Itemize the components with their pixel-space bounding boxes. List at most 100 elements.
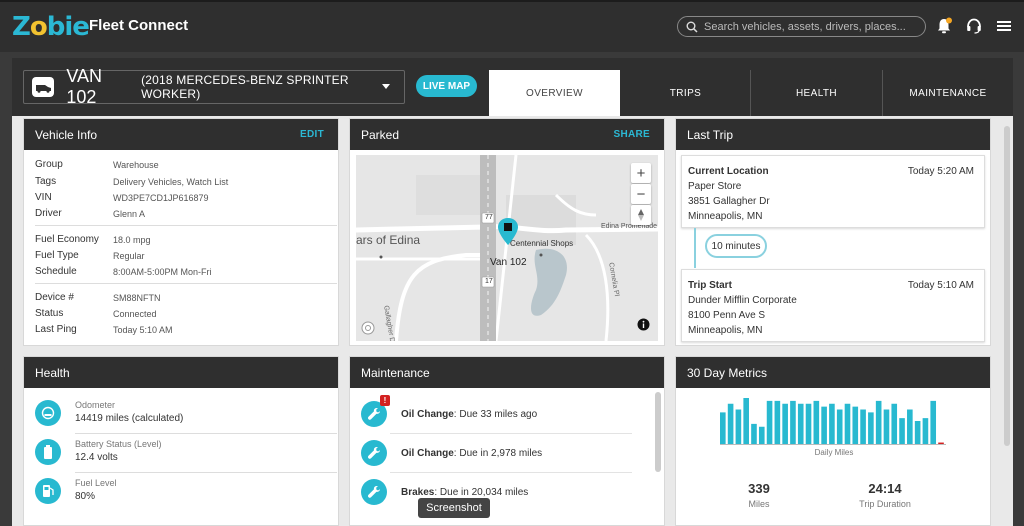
chart-bar[interactable] <box>852 406 859 445</box>
miles-value: 339 <box>748 481 770 496</box>
health-label: Fuel Level <box>75 478 117 488</box>
window-top-edge <box>0 0 1024 2</box>
battery-icon <box>35 439 61 465</box>
current-location-city: Minneapolis, MN <box>688 211 763 222</box>
page-scrollbar[interactable] <box>1004 126 1010 446</box>
vehicle-selector[interactable]: VAN 102 (2018 MERCEDES-BENZ SPRINTER WOR… <box>23 66 405 107</box>
share-link[interactable]: SHARE <box>613 129 650 140</box>
trip-start-card[interactable]: Trip Start Today 5:10 AM Dunder Mifflin … <box>681 269 985 342</box>
zoom-out-button[interactable]: − <box>631 184 651 204</box>
current-location-time: Today 5:20 AM <box>907 166 974 177</box>
chart-bar[interactable] <box>720 412 726 445</box>
card-title: Vehicle Info <box>35 127 98 142</box>
chart-bar[interactable] <box>829 403 835 444</box>
maintenance-detail: : Due 33 miles ago <box>453 409 538 420</box>
maintenance-detail: : Due in 20,034 miles <box>434 487 529 498</box>
chart-bar[interactable] <box>805 403 812 444</box>
chart-bar[interactable] <box>735 409 742 445</box>
chart-bar[interactable] <box>774 400 781 445</box>
health-label: Battery Status (Level) <box>75 439 162 449</box>
search-input[interactable] <box>704 20 919 33</box>
health-value: 14419 miles (calculated) <box>75 413 184 424</box>
chart-bar[interactable] <box>758 426 765 444</box>
divider <box>75 433 337 434</box>
chart-bar[interactable] <box>899 418 905 445</box>
chart-bar[interactable] <box>930 400 937 445</box>
health-value: 80% <box>75 491 96 502</box>
chart-bar[interactable] <box>883 409 890 445</box>
parked-map[interactable]: 77 17 ars of Edina Centennial Shops Edin… <box>356 155 658 341</box>
maintenance-name: Oil Change <box>401 409 454 420</box>
info-label: Tags <box>35 176 57 187</box>
info-label: Fuel Type <box>35 250 79 261</box>
maintenance-item[interactable]: Brakes: Due in 20,034 miles <box>361 479 643 518</box>
info-label: Last Ping <box>35 324 77 335</box>
info-label: Status <box>35 308 64 319</box>
tab-maintenance[interactable]: MAINTENANCE <box>883 70 1013 116</box>
card-title: Maintenance <box>361 365 430 380</box>
current-location-card[interactable]: Current Location Today 5:20 AM Paper Sto… <box>681 155 985 228</box>
maintenance-text: Oil Change: Due 33 miles ago <box>401 409 537 420</box>
chart-bar[interactable] <box>875 400 882 445</box>
chart-bar[interactable] <box>766 400 773 445</box>
chart-bar[interactable] <box>751 423 757 445</box>
chart-bar[interactable] <box>813 400 820 445</box>
search-icon <box>686 21 698 33</box>
info-label: VIN <box>35 192 52 203</box>
zubie-logo[interactable]: Zobie <box>12 12 90 42</box>
chart-bar[interactable] <box>914 421 921 444</box>
tab-trips[interactable]: TRIPS <box>620 70 751 116</box>
chart-bar[interactable] <box>938 442 944 444</box>
chart-bar[interactable] <box>836 409 843 445</box>
chart-bar[interactable] <box>727 403 734 444</box>
daily-miles-chart[interactable] <box>720 397 946 445</box>
maintenance-item[interactable]: ! Oil Change: Due 33 miles ago <box>361 395 643 440</box>
maintenance-card: Maintenance ! Oil Change: Due 33 miles a… <box>349 356 665 526</box>
card-title: 30 Day Metrics <box>687 365 768 380</box>
vehicle-location-pin-icon[interactable] <box>497 217 519 247</box>
chart-bar[interactable] <box>797 403 804 444</box>
maintenance-text: Brakes: Due in 20,034 miles <box>401 487 528 498</box>
chart-bar[interactable] <box>782 403 788 444</box>
zoom-in-button[interactable]: + <box>631 163 651 183</box>
chart-bar[interactable] <box>891 403 898 444</box>
chart-label: Daily Miles <box>814 448 854 457</box>
chart-bar[interactable] <box>868 412 874 445</box>
chart-bar[interactable] <box>844 403 851 444</box>
edit-link[interactable]: EDIT <box>300 129 324 140</box>
compass-button[interactable] <box>631 205 651 225</box>
tab-health[interactable]: HEALTH <box>751 70 882 116</box>
map-attribution-icon[interactable] <box>361 321 375 335</box>
van-icon <box>32 77 55 97</box>
info-value: Regular <box>113 251 145 261</box>
wrench-icon <box>361 479 387 505</box>
chart-bar[interactable] <box>860 409 866 445</box>
info-value: 8:00AM-5:00PM Mon-Fri <box>113 267 212 277</box>
road-shield-17: 17 <box>485 278 493 285</box>
global-search[interactable] <box>677 16 926 37</box>
bell-icon[interactable] <box>935 17 953 35</box>
chart-bar[interactable] <box>743 398 749 444</box>
hamburger-menu-icon[interactable] <box>995 17 1013 35</box>
maintenance-item[interactable]: Oil Change: Due in 2,978 miles <box>361 440 643 479</box>
card-title: Last Trip <box>687 127 734 142</box>
chart-bar[interactable] <box>907 409 913 445</box>
trip-connector <box>694 228 696 268</box>
vehicle-name: VAN 102 <box>66 66 103 107</box>
trip-duration-badge: 10 minutes <box>705 234 767 258</box>
live-map-button[interactable]: LIVE MAP <box>416 75 477 97</box>
chart-bar[interactable] <box>821 406 827 445</box>
maintenance-detail: : Due in 2,978 miles <box>453 448 543 459</box>
maintenance-scrollbar[interactable] <box>655 392 661 472</box>
chart-bar[interactable] <box>790 400 796 445</box>
maintenance-header: Maintenance <box>350 357 664 388</box>
info-value: Glenn A <box>113 209 146 219</box>
parked-card: Parked SHARE 77 17 ars of Edina Centenni… <box>349 118 665 346</box>
chart-bar[interactable] <box>922 418 929 445</box>
tab-overview[interactable]: OVERVIEW <box>489 70 620 116</box>
headset-icon[interactable] <box>965 17 983 35</box>
caret-down-icon <box>382 84 390 89</box>
info-icon[interactable] <box>637 318 650 331</box>
divider <box>35 283 337 284</box>
screenshot-tooltip: Screenshot <box>418 498 490 518</box>
